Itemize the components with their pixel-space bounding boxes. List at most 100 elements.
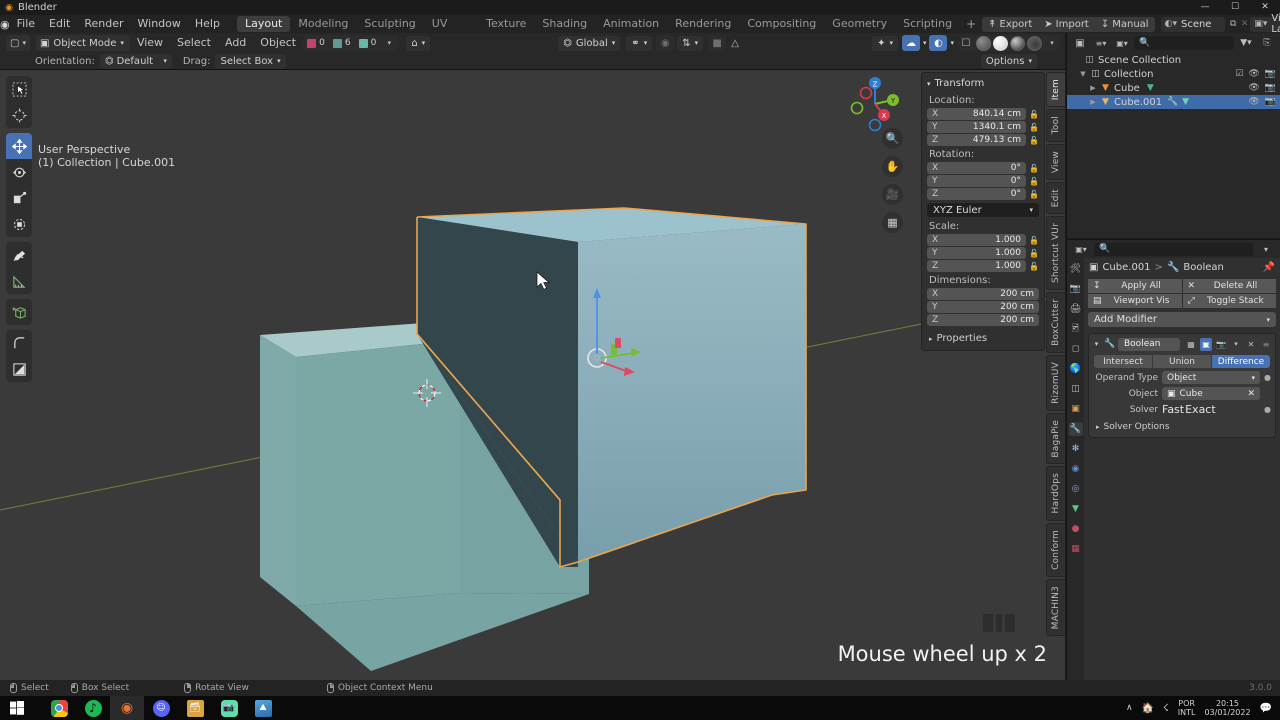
outliner-search-input[interactable]: 🔍: [1134, 36, 1234, 50]
remove-modifier-icon[interactable]: ✕: [1245, 338, 1257, 351]
shading-extra-button[interactable]: [1027, 36, 1042, 51]
viewport-vis-button[interactable]: ▤ Viewport Vis: [1088, 294, 1182, 308]
navigation-gizmo[interactable]: Z Y X: [845, 74, 905, 134]
mesh-data-icon[interactable]: ▼: [1179, 97, 1192, 107]
rotation-x-row[interactable]: X0° 🔓: [927, 162, 1039, 174]
scene-tab[interactable]: ◻: [1069, 342, 1083, 356]
blender-menu-icon[interactable]: ◉: [0, 18, 10, 31]
camera-icon[interactable]: 📷: [1265, 97, 1276, 107]
tab-rendering[interactable]: Rendering: [667, 16, 739, 32]
discord-app[interactable]: ☺: [144, 696, 178, 720]
lock-icon[interactable]: 🔓: [1029, 123, 1039, 132]
eye-icon[interactable]: 👁: [1248, 97, 1259, 107]
tab-geometry-nodes[interactable]: Geometry Nodes: [824, 16, 895, 32]
manual-button[interactable]: ↧ Manual: [1095, 19, 1155, 30]
lock-icon[interactable]: 🔓: [1029, 249, 1039, 258]
modifier-wrench-icon[interactable]: 🔧: [1166, 97, 1179, 107]
collection-tab[interactable]: ◫: [1069, 382, 1083, 396]
breadcrumb-object[interactable]: Cube.001: [1102, 262, 1150, 273]
edit-mode-display-icon[interactable]: ▦: [1185, 338, 1197, 351]
npanel-tab-tool[interactable]: Tool: [1046, 109, 1065, 141]
tab-texture-paint[interactable]: Texture Paint: [478, 16, 534, 32]
camera-view-icon[interactable]: 🎥: [882, 184, 903, 205]
chevron-right-icon[interactable]: ▶: [1087, 98, 1099, 106]
solver-options-header[interactable]: ▸ Solver Options: [1096, 422, 1270, 432]
dimensions-z-row[interactable]: Z200 cm: [927, 314, 1039, 326]
npanel-tab-view[interactable]: View: [1046, 144, 1065, 180]
scale-y-row[interactable]: Y1.000 🔓: [927, 247, 1039, 259]
toggle-stack-button[interactable]: ⤢ Toggle Stack: [1183, 294, 1277, 308]
npanel-tab-bagapie[interactable]: BagaPie: [1046, 413, 1065, 465]
material-preview-button[interactable]: [993, 36, 1008, 51]
interaction-mode-selector[interactable]: ▣ Object Mode ▾: [36, 35, 130, 51]
snap-mode-icon[interactable]: ■: [708, 35, 726, 51]
transform-orientation-selector[interactable]: ⏣ Global ▾: [558, 36, 620, 51]
blender-app[interactable]: ◉: [110, 696, 144, 720]
transform-panel-header[interactable]: ▾ Transform: [922, 76, 1044, 93]
spotify-app[interactable]: ♪: [76, 696, 110, 720]
clock[interactable]: 20:15 03/01/2022: [1204, 699, 1250, 717]
apply-all-button[interactable]: ↧ Apply All: [1088, 279, 1182, 293]
constraints-tab[interactable]: ◎: [1069, 482, 1083, 496]
orientation-dropdown[interactable]: ⏣ Default ▾: [100, 54, 172, 69]
maximize-button[interactable]: ☐: [1220, 0, 1250, 15]
tweak-select-tool[interactable]: [6, 76, 32, 102]
drag-dropdown[interactable]: Select Box ▾: [215, 54, 285, 69]
dimensions-x-row[interactable]: X200 cm: [927, 288, 1039, 300]
outliner-row-collection[interactable]: ▼ ◫ Collection ☑ 👁 📷: [1067, 67, 1280, 81]
menu-edit[interactable]: Edit: [42, 15, 77, 33]
viewport-menu-add[interactable]: Add: [218, 33, 253, 53]
physics-tab[interactable]: ◉: [1069, 462, 1083, 476]
lock-icon[interactable]: 🔓: [1029, 177, 1039, 186]
snapping-toggle[interactable]: ⚭▾: [626, 36, 652, 51]
face-select-counter[interactable]: 0: [355, 35, 381, 51]
tool-tab[interactable]: 🛠: [1069, 262, 1083, 276]
realtime-display-icon[interactable]: ▣: [1200, 338, 1212, 351]
location-y-row[interactable]: Y1340.1 cm 🔓: [927, 121, 1039, 133]
rotate-tool[interactable]: [6, 159, 32, 185]
menu-render[interactable]: Render: [77, 15, 130, 33]
eye-icon[interactable]: 👁: [1248, 83, 1259, 93]
render-display-icon[interactable]: 📷: [1215, 338, 1227, 351]
outliner-editor-type-icon[interactable]: ▣: [1071, 35, 1089, 51]
menu-file[interactable]: File: [10, 15, 42, 33]
view-layer-tab[interactable]: 🖻: [1069, 322, 1083, 336]
chrome-app[interactable]: [42, 696, 76, 720]
rotation-mode-selector[interactable]: XYZ Euler ▾: [927, 203, 1039, 217]
tab-uv-editing[interactable]: UV Editing: [424, 16, 478, 32]
tab-layout[interactable]: Layout: [237, 16, 290, 32]
solver-fast-button[interactable]: Fast: [1162, 403, 1184, 416]
add-modifier-button[interactable]: Add Modifier ▾: [1088, 312, 1276, 327]
proportional-edit-falloff[interactable]: ⌂▾: [406, 36, 430, 51]
tab-shading[interactable]: Shading: [534, 16, 595, 32]
npanel-tab-edit[interactable]: Edit: [1046, 182, 1065, 214]
overlays-dropdown[interactable]: ▾: [920, 36, 930, 51]
chevron-right-icon[interactable]: ▶: [1087, 84, 1099, 92]
lock-icon[interactable]: 🔓: [1029, 136, 1039, 145]
tab-animation[interactable]: Animation: [595, 16, 667, 32]
language-indicator[interactable]: POR INTL: [1178, 699, 1196, 717]
solver-exact-button[interactable]: Exact: [1185, 403, 1216, 416]
shading-dropdown[interactable]: ▾: [1043, 35, 1061, 51]
eye-icon[interactable]: 👁: [1248, 69, 1259, 79]
operation-union-button[interactable]: Union: [1153, 355, 1211, 368]
outliner-new-collection-icon[interactable]: ⎘: [1258, 35, 1276, 51]
mesh-data-icon[interactable]: ▼: [1144, 83, 1157, 93]
cursor-tool[interactable]: [6, 102, 32, 128]
proportional-falloff-selector[interactable]: ⇅▾: [677, 36, 703, 51]
properties-editor-type-icon[interactable]: ▣▾: [1072, 241, 1090, 257]
world-tab[interactable]: 🌎: [1069, 362, 1083, 376]
start-button[interactable]: [0, 696, 34, 720]
scene-selector[interactable]: ◐▾ Scene: [1161, 17, 1226, 32]
rendered-shading-button[interactable]: [1010, 36, 1025, 51]
chevron-down-icon[interactable]: ▾: [1092, 340, 1101, 348]
npanel-tab-boxcutter[interactable]: BoxCutter: [1046, 292, 1065, 353]
npanel-tab-rizomuv[interactable]: RizomUV: [1046, 355, 1065, 411]
camera-app[interactable]: 📷: [212, 696, 246, 720]
viewport-menu-object[interactable]: Object: [253, 33, 303, 53]
tab-sculpting[interactable]: Sculpting: [356, 16, 423, 32]
vertex-select-counter[interactable]: 0: [303, 35, 329, 51]
checkbox-icon[interactable]: ☑: [1235, 69, 1243, 79]
proportional-editing-toggle[interactable]: ◉: [656, 35, 674, 51]
npanel-tab-hardops[interactable]: HardOps: [1046, 466, 1065, 520]
